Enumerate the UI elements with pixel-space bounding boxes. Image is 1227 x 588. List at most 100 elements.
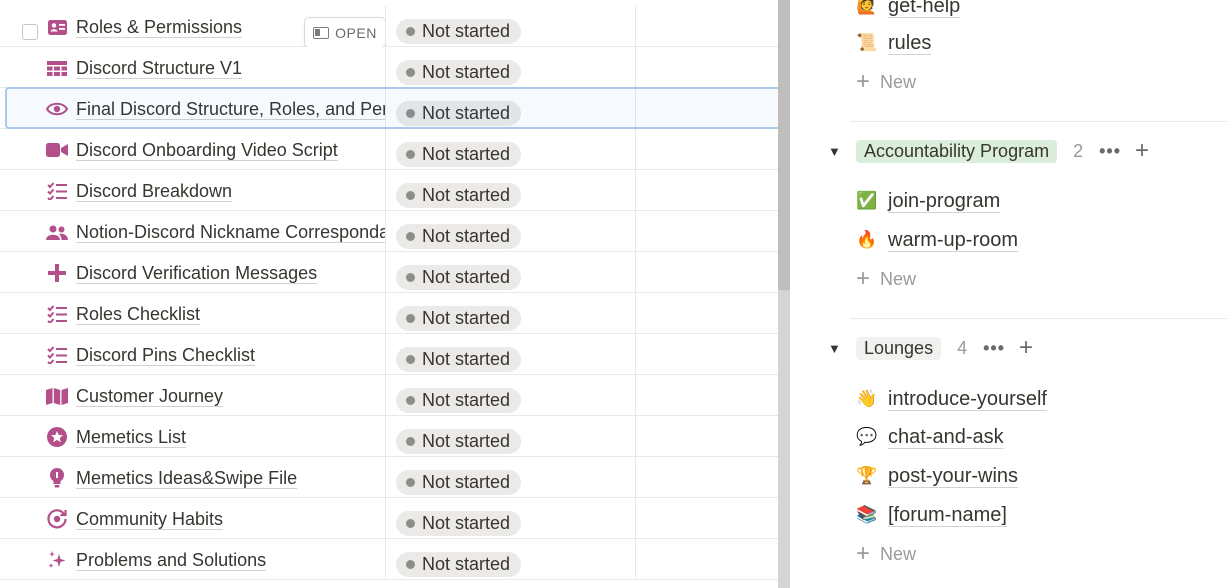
status-cell[interactable]: Not started xyxy=(386,498,636,539)
status-cell[interactable]: Not started xyxy=(386,252,636,293)
more-icon[interactable]: ••• xyxy=(1099,141,1121,162)
new-item-button[interactable]: + New xyxy=(856,70,916,94)
status-cell[interactable]: Not started xyxy=(386,293,636,334)
title-cell[interactable]: Discord Breakdown xyxy=(6,170,386,211)
status-cell[interactable]: Not started xyxy=(386,129,636,170)
item-label[interactable]: join-program xyxy=(888,190,1000,213)
title-cell[interactable]: Discord Structure V1 xyxy=(6,47,386,88)
title-cell[interactable]: Final Discord Structure, Roles, and Perm… xyxy=(6,88,386,129)
status-cell[interactable]: Not started xyxy=(386,6,636,47)
row-title[interactable]: Notion-Discord Nickname Correspondance xyxy=(76,221,385,243)
row-title[interactable]: Final Discord Structure, Roles, and Perm… xyxy=(76,98,385,120)
row-title[interactable]: Memetics List xyxy=(76,426,186,448)
caret-down-icon[interactable]: ▼ xyxy=(828,144,842,159)
title-cell[interactable]: Discord Verification Messages xyxy=(6,252,386,293)
scrollbar-thumb[interactable] xyxy=(778,0,790,290)
title-cell[interactable]: Notion-Discord Nickname Correspondance xyxy=(6,211,386,252)
status-badge[interactable]: Not started xyxy=(396,511,522,536)
group-tag[interactable]: Accountability Program xyxy=(856,139,1058,163)
status-cell[interactable]: Not started xyxy=(386,416,636,457)
more-icon[interactable]: ••• xyxy=(983,338,1005,359)
group-tag[interactable]: Lounges xyxy=(856,336,942,360)
list-item[interactable]: ✅ join-program xyxy=(856,187,1000,215)
row-title[interactable]: Memetics Ideas&Swipe File xyxy=(76,467,297,489)
group-header-lounges[interactable]: ▼ Lounges 4 ••• + xyxy=(828,334,1033,362)
empty-cell[interactable] xyxy=(636,457,778,498)
title-cell[interactable]: Community Habits xyxy=(6,498,386,539)
title-cell[interactable]: Discord Onboarding Video Script xyxy=(6,129,386,170)
status-badge[interactable]: Not started xyxy=(396,429,522,454)
title-cell[interactable]: Roles & Permissions OPEN xyxy=(6,6,386,47)
status-badge[interactable]: Not started xyxy=(396,142,522,167)
status-cell[interactable]: Not started xyxy=(386,375,636,416)
table-row[interactable]: Problems and Solutions Not started xyxy=(0,539,778,580)
group-header-accountability[interactable]: ▼ Accountability Program 2 ••• + xyxy=(828,137,1149,165)
status-cell[interactable]: Not started xyxy=(386,170,636,211)
table-row[interactable]: Roles & Permissions OPEN Not started xyxy=(0,6,778,47)
row-title[interactable]: Customer Journey xyxy=(76,385,223,407)
empty-cell[interactable] xyxy=(636,375,778,416)
empty-cell[interactable] xyxy=(636,88,778,129)
status-cell[interactable]: Not started xyxy=(386,88,636,129)
list-item[interactable]: 📚 [forum-name] xyxy=(856,501,1007,529)
empty-cell[interactable] xyxy=(636,334,778,375)
row-title[interactable]: Discord Onboarding Video Script xyxy=(76,139,338,161)
item-label[interactable]: introduce-yourself xyxy=(888,388,1047,411)
item-label[interactable]: rules xyxy=(888,32,931,55)
title-cell[interactable]: Problems and Solutions xyxy=(6,539,386,580)
table-row[interactable]: Discord Structure V1 Not started xyxy=(0,47,778,88)
title-cell[interactable]: Customer Journey xyxy=(6,375,386,416)
empty-cell[interactable] xyxy=(636,293,778,334)
status-cell[interactable]: Not started xyxy=(386,457,636,498)
list-item[interactable]: 👋 introduce-yourself xyxy=(856,385,1047,413)
status-badge[interactable]: Not started xyxy=(396,224,522,249)
title-cell[interactable]: Memetics Ideas&Swipe File xyxy=(6,457,386,498)
row-title[interactable]: Roles & Permissions xyxy=(76,16,242,38)
table-row[interactable]: Community Habits Not started xyxy=(0,498,778,539)
status-badge[interactable]: Not started xyxy=(396,19,522,44)
title-cell[interactable]: Roles Checklist xyxy=(6,293,386,334)
item-label[interactable]: [forum-name] xyxy=(888,504,1007,527)
empty-cell[interactable] xyxy=(636,47,778,88)
row-checkbox[interactable] xyxy=(22,24,38,40)
add-icon[interactable]: + xyxy=(1019,334,1033,362)
status-badge[interactable]: Not started xyxy=(396,552,522,577)
status-badge[interactable]: Not started xyxy=(396,347,522,372)
status-badge[interactable]: Not started xyxy=(396,183,522,208)
item-label[interactable]: warm-up-room xyxy=(888,229,1018,252)
row-title[interactable]: Discord Verification Messages xyxy=(76,262,317,284)
table-row[interactable]: Notion-Discord Nickname Correspondance N… xyxy=(0,211,778,252)
status-cell[interactable]: Not started xyxy=(386,47,636,88)
table-row[interactable]: Memetics List Not started xyxy=(0,416,778,457)
list-item[interactable]: 🏆 post-your-wins xyxy=(856,462,1018,490)
table-row[interactable]: Final Discord Structure, Roles, and Perm… xyxy=(0,88,778,129)
open-button[interactable]: OPEN xyxy=(304,17,385,47)
row-title[interactable]: Discord Structure V1 xyxy=(76,57,242,79)
status-badge[interactable]: Not started xyxy=(396,470,522,495)
status-badge[interactable]: Not started xyxy=(396,306,522,331)
caret-down-icon[interactable]: ▼ xyxy=(828,341,842,356)
row-title[interactable]: Discord Pins Checklist xyxy=(76,344,255,366)
item-label[interactable]: post-your-wins xyxy=(888,465,1018,488)
table-row[interactable]: Discord Verification Messages Not starte… xyxy=(0,252,778,293)
status-badge[interactable]: Not started xyxy=(396,60,522,85)
empty-cell[interactable] xyxy=(636,498,778,539)
status-cell[interactable]: Not started xyxy=(386,539,636,580)
status-badge[interactable]: Not started xyxy=(396,101,522,126)
table-row[interactable]: Discord Pins Checklist Not started xyxy=(0,334,778,375)
status-badge[interactable]: Not started xyxy=(396,265,522,290)
new-item-button[interactable]: + New xyxy=(856,542,916,566)
add-icon[interactable]: + xyxy=(1135,137,1149,165)
title-cell[interactable]: Discord Pins Checklist xyxy=(6,334,386,375)
list-item[interactable]: 🙋 get-help xyxy=(856,0,960,20)
item-label[interactable]: chat-and-ask xyxy=(888,426,1004,449)
table-row[interactable]: Discord Onboarding Video Script Not star… xyxy=(0,129,778,170)
table-row[interactable]: Customer Journey Not started xyxy=(0,375,778,416)
empty-cell[interactable] xyxy=(636,6,778,47)
status-cell[interactable]: Not started xyxy=(386,334,636,375)
row-title[interactable]: Problems and Solutions xyxy=(76,549,266,571)
row-title[interactable]: Roles Checklist xyxy=(76,303,200,325)
table-row[interactable]: Roles Checklist Not started xyxy=(0,293,778,334)
empty-cell[interactable] xyxy=(636,252,778,293)
empty-cell[interactable] xyxy=(636,129,778,170)
